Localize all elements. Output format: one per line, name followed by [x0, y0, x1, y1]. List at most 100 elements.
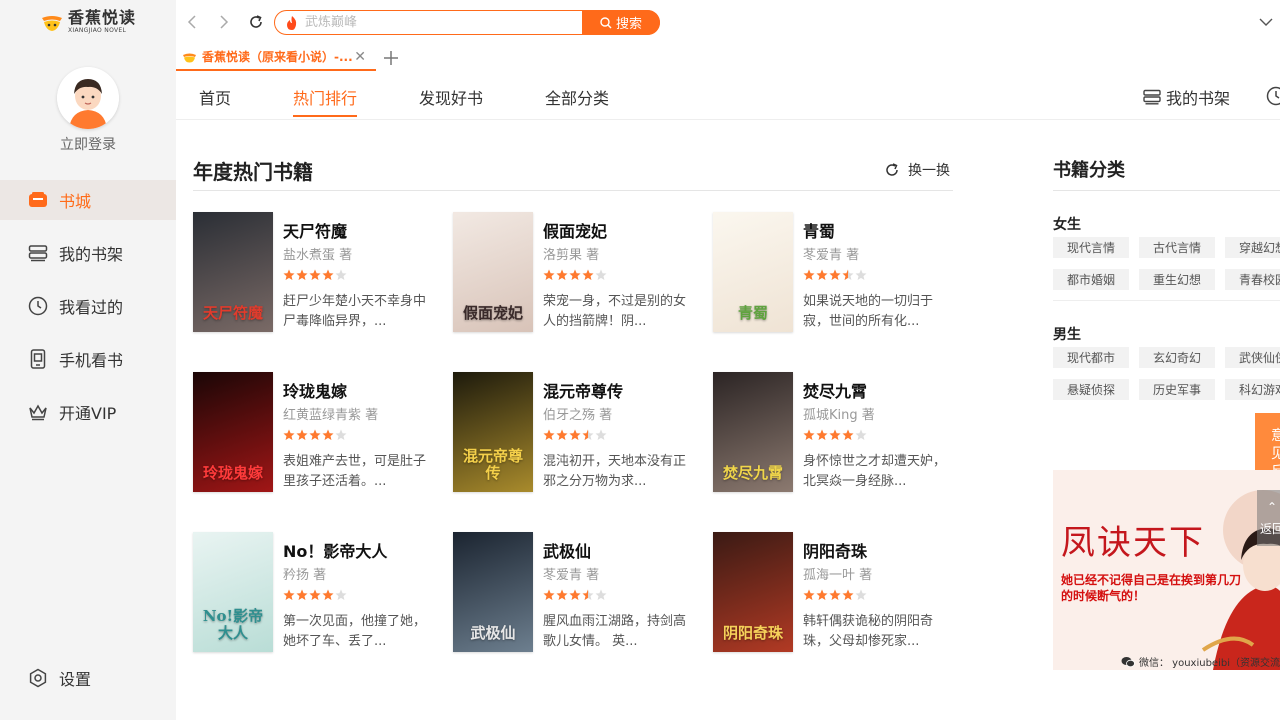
- section-divider: [193, 190, 953, 191]
- book-title[interactable]: 玲珑鬼嫁: [283, 378, 347, 402]
- book-author: 苳爱青 著: [803, 248, 860, 263]
- category-tag[interactable]: 科幻游戏: [1225, 379, 1280, 400]
- category-tag[interactable]: 青春校园: [1225, 269, 1280, 290]
- search-input[interactable]: [305, 15, 575, 30]
- nav-discover[interactable]: 发现好书: [419, 85, 483, 109]
- book-description: 身怀惊世之才却遭天妒，北冥焱一身经脉...: [803, 454, 947, 489]
- category-tag[interactable]: 历史军事: [1139, 379, 1215, 400]
- book-cover[interactable]: 阴阳奇珠: [713, 532, 793, 652]
- book-card[interactable]: 混元帝尊传 混元帝尊传 伯牙之殇 著 混沌初开，天地本没有正邪之分万物为求...: [453, 372, 703, 494]
- tab-close-icon[interactable]: ✕: [354, 49, 366, 65]
- settings-button[interactable]: 设置: [28, 666, 91, 690]
- book-cover[interactable]: 玲珑鬼嫁: [193, 372, 273, 492]
- banana-tab-icon: [183, 53, 196, 62]
- forward-button[interactable]: [214, 12, 234, 32]
- sidebar-item-mobile[interactable]: 手机看书: [0, 339, 176, 379]
- book-title[interactable]: 焚尽九霄: [803, 378, 867, 402]
- star-icon: [855, 429, 867, 440]
- category-tag[interactable]: 穿越幻想: [1225, 237, 1280, 258]
- my-bookshelf-link[interactable]: 我的书架: [1143, 85, 1230, 109]
- category-tag[interactable]: 现代言情: [1053, 237, 1129, 258]
- book-title[interactable]: 阴阳奇珠: [803, 538, 867, 562]
- feedback-button[interactable]: 意见反馈: [1255, 413, 1280, 498]
- book-title[interactable]: 武极仙: [543, 538, 591, 562]
- category-tag[interactable]: 古代言情: [1139, 237, 1215, 258]
- book-cover[interactable]: 混元帝尊传: [453, 372, 533, 492]
- clock-icon: [28, 296, 48, 316]
- book-card[interactable]: 武极仙 武极仙 苳爱青 著 腥风血雨江湖路，持剑高歌儿女情。 英...: [453, 532, 703, 654]
- crown-icon: [28, 402, 48, 422]
- browser-toolbar: 搜索: [176, 0, 1280, 44]
- sidebar-item-label: 书城: [59, 192, 92, 211]
- book-card[interactable]: 玲珑鬼嫁 玲珑鬼嫁 红黄蓝绿青紫 著 表姐难产去世，可是肚子里孩子还活着。...: [193, 372, 443, 494]
- ad-footer: 微信： youxiubeibi（资源交流: [1121, 654, 1280, 669]
- book-card[interactable]: 焚尽九霄 焚尽九霄 孤城King 著 身怀惊世之才却遭天妒，北冥焱一身经脉...: [713, 372, 963, 494]
- star-icon: [296, 589, 308, 600]
- back-to-top-button[interactable]: ⌃ 返回: [1257, 490, 1280, 546]
- fire-icon: [287, 15, 297, 30]
- nav-home[interactable]: 首页: [199, 85, 231, 109]
- phone-icon: [28, 349, 48, 369]
- sidebar-item-bookshelf[interactable]: 我的书架: [0, 233, 176, 273]
- book-cover[interactable]: 焚尽九霄: [713, 372, 793, 492]
- search-button[interactable]: 搜索: [582, 10, 660, 35]
- category-tag[interactable]: 现代都市: [1053, 347, 1129, 368]
- nav-all-categories[interactable]: 全部分类: [545, 85, 609, 109]
- book-card[interactable]: 青蜀 青蜀 苳爱青 著 如果说天地的一切归于寂，世间的所有化...: [713, 212, 963, 334]
- book-card[interactable]: No!影帝大人 No！影帝大人 矜扬 著 第一次见面，他撞了她，她坏了车、丢了.…: [193, 532, 443, 654]
- book-author: 矜扬 著: [283, 568, 327, 583]
- rating-stars: [283, 589, 348, 601]
- category-tag[interactable]: 重生幻想: [1139, 269, 1215, 290]
- rating-stars: [803, 589, 868, 601]
- logo-title: 香蕉悦读: [68, 8, 137, 27]
- ad-banner[interactable]: 凤诀天下 她已经不记得自己是在挨到第几刀的时候断气的！ 微信： youxiube…: [1053, 470, 1280, 670]
- book-card[interactable]: 阴阳奇珠 阴阳奇珠 孤海一叶 著 韩轩偶获诡秘的阴阳奇珠，父母却惨死家...: [713, 532, 963, 654]
- book-cover[interactable]: No!影帝大人: [193, 532, 273, 652]
- book-title[interactable]: 青蜀: [803, 218, 835, 242]
- book-cover[interactable]: 假面宠妃: [453, 212, 533, 332]
- book-city-icon: [28, 190, 48, 210]
- ad-subtitle: 她已经不记得自己是在挨到第几刀的时候断气的！: [1061, 573, 1242, 603]
- cover-title-art: 天尸符魔: [202, 304, 263, 322]
- browser-tab[interactable]: 香蕉悦读（原来看小说）-... ✕: [176, 44, 376, 71]
- star-icon: [322, 589, 334, 600]
- category-tag[interactable]: 玄幻奇幻: [1139, 347, 1215, 368]
- reload-button[interactable]: [246, 12, 266, 32]
- book-author: 孤城King 著: [803, 408, 875, 423]
- star-icon: [842, 269, 854, 280]
- star-icon: [595, 589, 607, 600]
- book-title[interactable]: 天尸符魔: [283, 218, 347, 242]
- star-icon: [569, 429, 581, 440]
- book-card[interactable]: 假面宠妃 假面宠妃 洛剪果 著 荣宠一身，不过是别的女人的挡箭牌！阴...: [453, 212, 703, 334]
- refresh-button[interactable]: 换一换: [884, 160, 950, 180]
- book-title[interactable]: 假面宠妃: [543, 218, 607, 242]
- book-cover[interactable]: 天尸符魔: [193, 212, 273, 332]
- book-cover[interactable]: 青蜀: [713, 212, 793, 332]
- star-icon: [335, 269, 347, 280]
- menu-dropdown-button[interactable]: [1256, 12, 1276, 32]
- book-title[interactable]: No！影帝大人: [283, 538, 387, 562]
- book-author: 孤海一叶 著: [803, 568, 873, 583]
- back-button[interactable]: [182, 12, 202, 32]
- app-logo[interactable]: 香蕉悦读 XIANGJIAO NOVEL: [40, 8, 136, 36]
- sidebar-item-vip[interactable]: 开通VIP: [0, 392, 176, 432]
- avatar[interactable]: [57, 67, 119, 129]
- book-card[interactable]: 天尸符魔 天尸符魔 盐水煮蛋 著 赶尸少年楚小天不幸身中尸毒降临异界，...: [193, 212, 443, 334]
- star-icon: [855, 269, 867, 280]
- book-author: 红黄蓝绿青紫 著: [283, 408, 379, 423]
- login-link[interactable]: 立即登录: [0, 134, 176, 154]
- star-icon: [309, 429, 321, 440]
- nav-hot-ranking[interactable]: 热门排行: [293, 85, 358, 117]
- sidebar-item-book-city[interactable]: 书城: [0, 180, 176, 220]
- book-cover[interactable]: 武极仙: [453, 532, 533, 652]
- rating-stars: [543, 269, 608, 281]
- star-icon: [582, 269, 594, 280]
- history-clock-icon[interactable]: [1266, 86, 1280, 106]
- category-tag[interactable]: 悬疑侦探: [1053, 379, 1129, 400]
- category-tag[interactable]: 都市婚姻: [1053, 269, 1129, 290]
- category-tag[interactable]: 武侠仙侠: [1225, 347, 1280, 368]
- book-description: 腥风血雨江湖路，持剑高歌儿女情。 英...: [543, 614, 687, 649]
- book-title[interactable]: 混元帝尊传: [543, 378, 623, 402]
- new-tab-button[interactable]: [380, 47, 402, 69]
- sidebar-item-history[interactable]: 我看过的: [0, 286, 176, 326]
